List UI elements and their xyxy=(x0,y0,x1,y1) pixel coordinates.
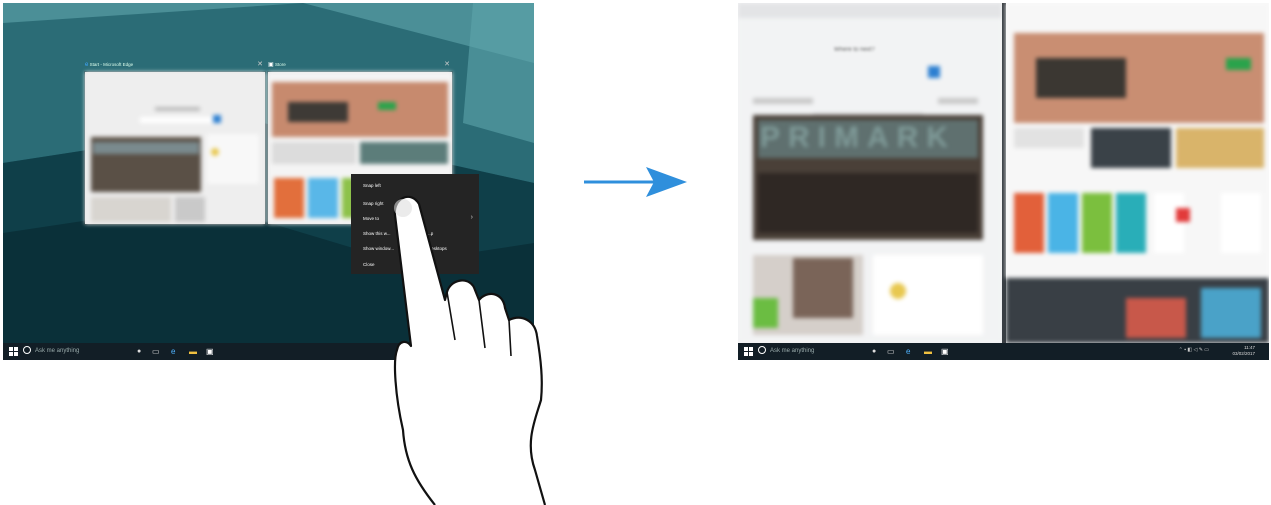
clock[interactable]: 11:47 03/02/2017 xyxy=(1232,345,1255,357)
arrow-right-icon xyxy=(584,167,687,197)
cortana-icon xyxy=(23,346,31,355)
store-icon[interactable]: ▣ xyxy=(941,347,949,356)
file-explorer-icon[interactable]: ▬ xyxy=(189,347,197,356)
edge-icon[interactable]: e xyxy=(906,347,910,356)
store-icon: ▣ xyxy=(268,62,274,68)
hand-pointer-icon xyxy=(393,195,547,505)
search-placeholder: Ask me anything xyxy=(35,348,80,354)
close-icon[interactable]: ✕ xyxy=(444,60,450,70)
task-view-icon[interactable]: ▭ xyxy=(152,347,160,356)
snapped-right-window[interactable] xyxy=(1006,3,1269,343)
edge-page-content xyxy=(738,3,1002,343)
snapped-left-window[interactable]: Where to next? PRIMARK xyxy=(738,3,1002,343)
taskbar: Ask me anything ● ▭ e ▬ ▣ ⌃ ▪ ◧ ◁ ✎ ▭ 11… xyxy=(738,343,1269,360)
page-heading: Where to next? xyxy=(834,47,875,53)
microphone-icon[interactable]: ● xyxy=(137,347,141,356)
menu-item-close[interactable]: Close xyxy=(363,262,375,267)
close-icon[interactable]: ✕ xyxy=(257,60,263,70)
banner-text: PRIMARK xyxy=(760,121,956,154)
edge-window-title: e Start - Microsoft Edge ✕ xyxy=(85,60,265,70)
clock-date: 03/02/2017 xyxy=(1232,351,1255,356)
edge-window-thumbnail[interactable]: e Start - Microsoft Edge ✕ xyxy=(85,61,265,224)
edge-page-content xyxy=(85,72,265,224)
system-tray-icons[interactable]: ⌃ ▪ ◧ ◁ ✎ ▭ xyxy=(1179,347,1209,353)
tablet-screen-after: Where to next? PRIMARK Ask me anything ●… xyxy=(738,3,1269,360)
cortana-icon xyxy=(758,346,766,355)
edge-icon[interactable]: e xyxy=(171,347,175,356)
store-icon[interactable]: ▣ xyxy=(206,347,214,356)
edge-icon: e xyxy=(85,62,89,68)
windows-logo-icon[interactable] xyxy=(9,347,18,356)
task-view-icon[interactable]: ▭ xyxy=(887,347,895,356)
store-window-title: ▣ Store ✕ xyxy=(268,60,452,70)
search-placeholder: Ask me anything xyxy=(770,348,815,354)
microphone-icon[interactable]: ● xyxy=(872,347,876,356)
window-title-text: Store xyxy=(274,62,286,67)
windows-logo-icon[interactable] xyxy=(744,347,753,356)
file-explorer-icon[interactable]: ▬ xyxy=(924,347,932,356)
window-title-text: Start - Microsoft Edge xyxy=(89,62,134,67)
store-page-content xyxy=(1006,3,1269,343)
